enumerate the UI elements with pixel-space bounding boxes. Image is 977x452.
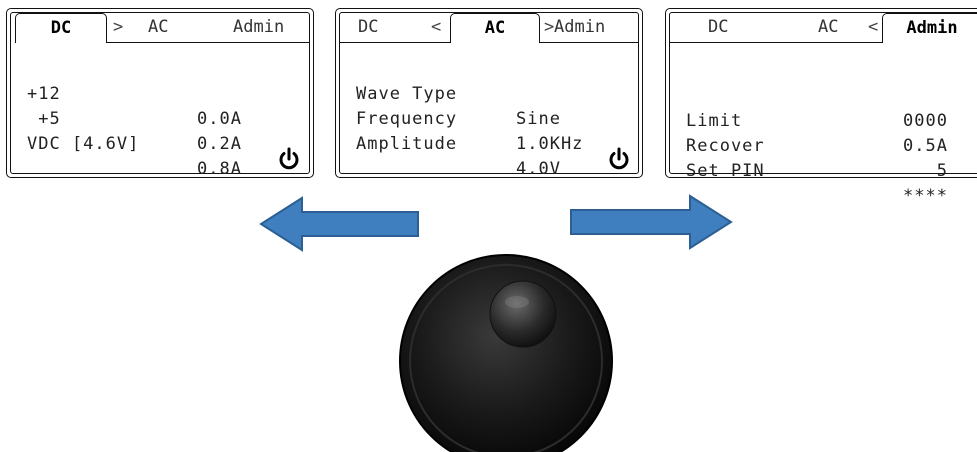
tab-admin[interactable]: Admin [882, 13, 977, 43]
power-icon[interactable] [277, 147, 301, 171]
tab-admin[interactable]: Admin [554, 15, 605, 39]
setting-value[interactable]: **** [903, 184, 948, 209]
power-icon[interactable] [607, 147, 631, 171]
reading-value: 0.2A [197, 134, 242, 154]
setting-row: Limit 0.5A [686, 84, 964, 156]
admin-screen: DC AC < Admin 0000 Limit 0.5A Recover 5 … [665, 8, 977, 206]
setting-row: Frequency 1.0KHz [356, 82, 622, 154]
tab-arrow-left: < [868, 17, 879, 37]
ac-tab-bar: DC < AC > Admin [340, 13, 638, 43]
tab-ac[interactable]: AC [818, 15, 838, 39]
tab-dc[interactable]: DC [708, 15, 728, 39]
reading-row: +5 0.2A [27, 82, 293, 154]
reading-label: VDC [4.6V] [27, 134, 140, 154]
tab-ac[interactable]: AC [148, 15, 168, 39]
admin-settings: 0000 Limit 0.5A Recover 5 Set PIN **** [686, 59, 964, 206]
setting-row: Set PIN **** [686, 134, 964, 206]
setting-row: Wave Type Sine [356, 57, 622, 129]
setting-value[interactable]: 1.0KHz [516, 132, 583, 157]
setting-value[interactable]: 4.0V [516, 157, 561, 182]
tab-divider [340, 42, 450, 43]
setting-row: Recover 5 [686, 109, 964, 181]
tab-divider [540, 42, 638, 43]
tab-admin[interactable]: Admin [233, 15, 284, 39]
admin-tab-bar: DC AC < Admin [670, 13, 977, 43]
ac-settings: Wave Type Sine Frequency 1.0KHz Amplitud… [356, 57, 622, 179]
tab-dc[interactable]: DC [15, 13, 107, 43]
setting-row: Amplitude 4.0V [356, 107, 622, 179]
reading-value: 0.8A [197, 159, 242, 179]
tab-divider [670, 42, 882, 43]
dc-screen: DC > AC Admin +12 0.0A +5 0.2A VDC [4.6V… [6, 8, 314, 179]
tab-arrow-right: > [113, 17, 124, 37]
setting-label: Set PIN [686, 161, 765, 181]
reading-row: +12 0.0A [27, 57, 293, 129]
setting-row: 0000 [686, 59, 964, 131]
dc-readings: +12 0.0A +5 0.2A VDC [4.6V] 0.8A [27, 57, 293, 179]
setting-label: Amplitude [356, 134, 458, 154]
tab-arrow-right: > [544, 17, 555, 37]
tab-arrow-left: < [431, 17, 442, 37]
setting-value[interactable]: 5 [937, 159, 948, 184]
reading-row: VDC [4.6V] 0.8A [27, 107, 293, 179]
ac-screen: DC < AC > Admin Wave Type Sine Frequency… [335, 8, 643, 179]
dc-tab-bar: DC > AC Admin [11, 13, 309, 43]
rotary-knob[interactable] [397, 252, 615, 452]
tab-dc[interactable]: DC [358, 15, 378, 39]
arrow-left-icon [259, 196, 419, 252]
tab-ac[interactable]: AC [450, 13, 540, 43]
tab-divider [107, 42, 309, 43]
arrow-right-icon [570, 194, 733, 250]
